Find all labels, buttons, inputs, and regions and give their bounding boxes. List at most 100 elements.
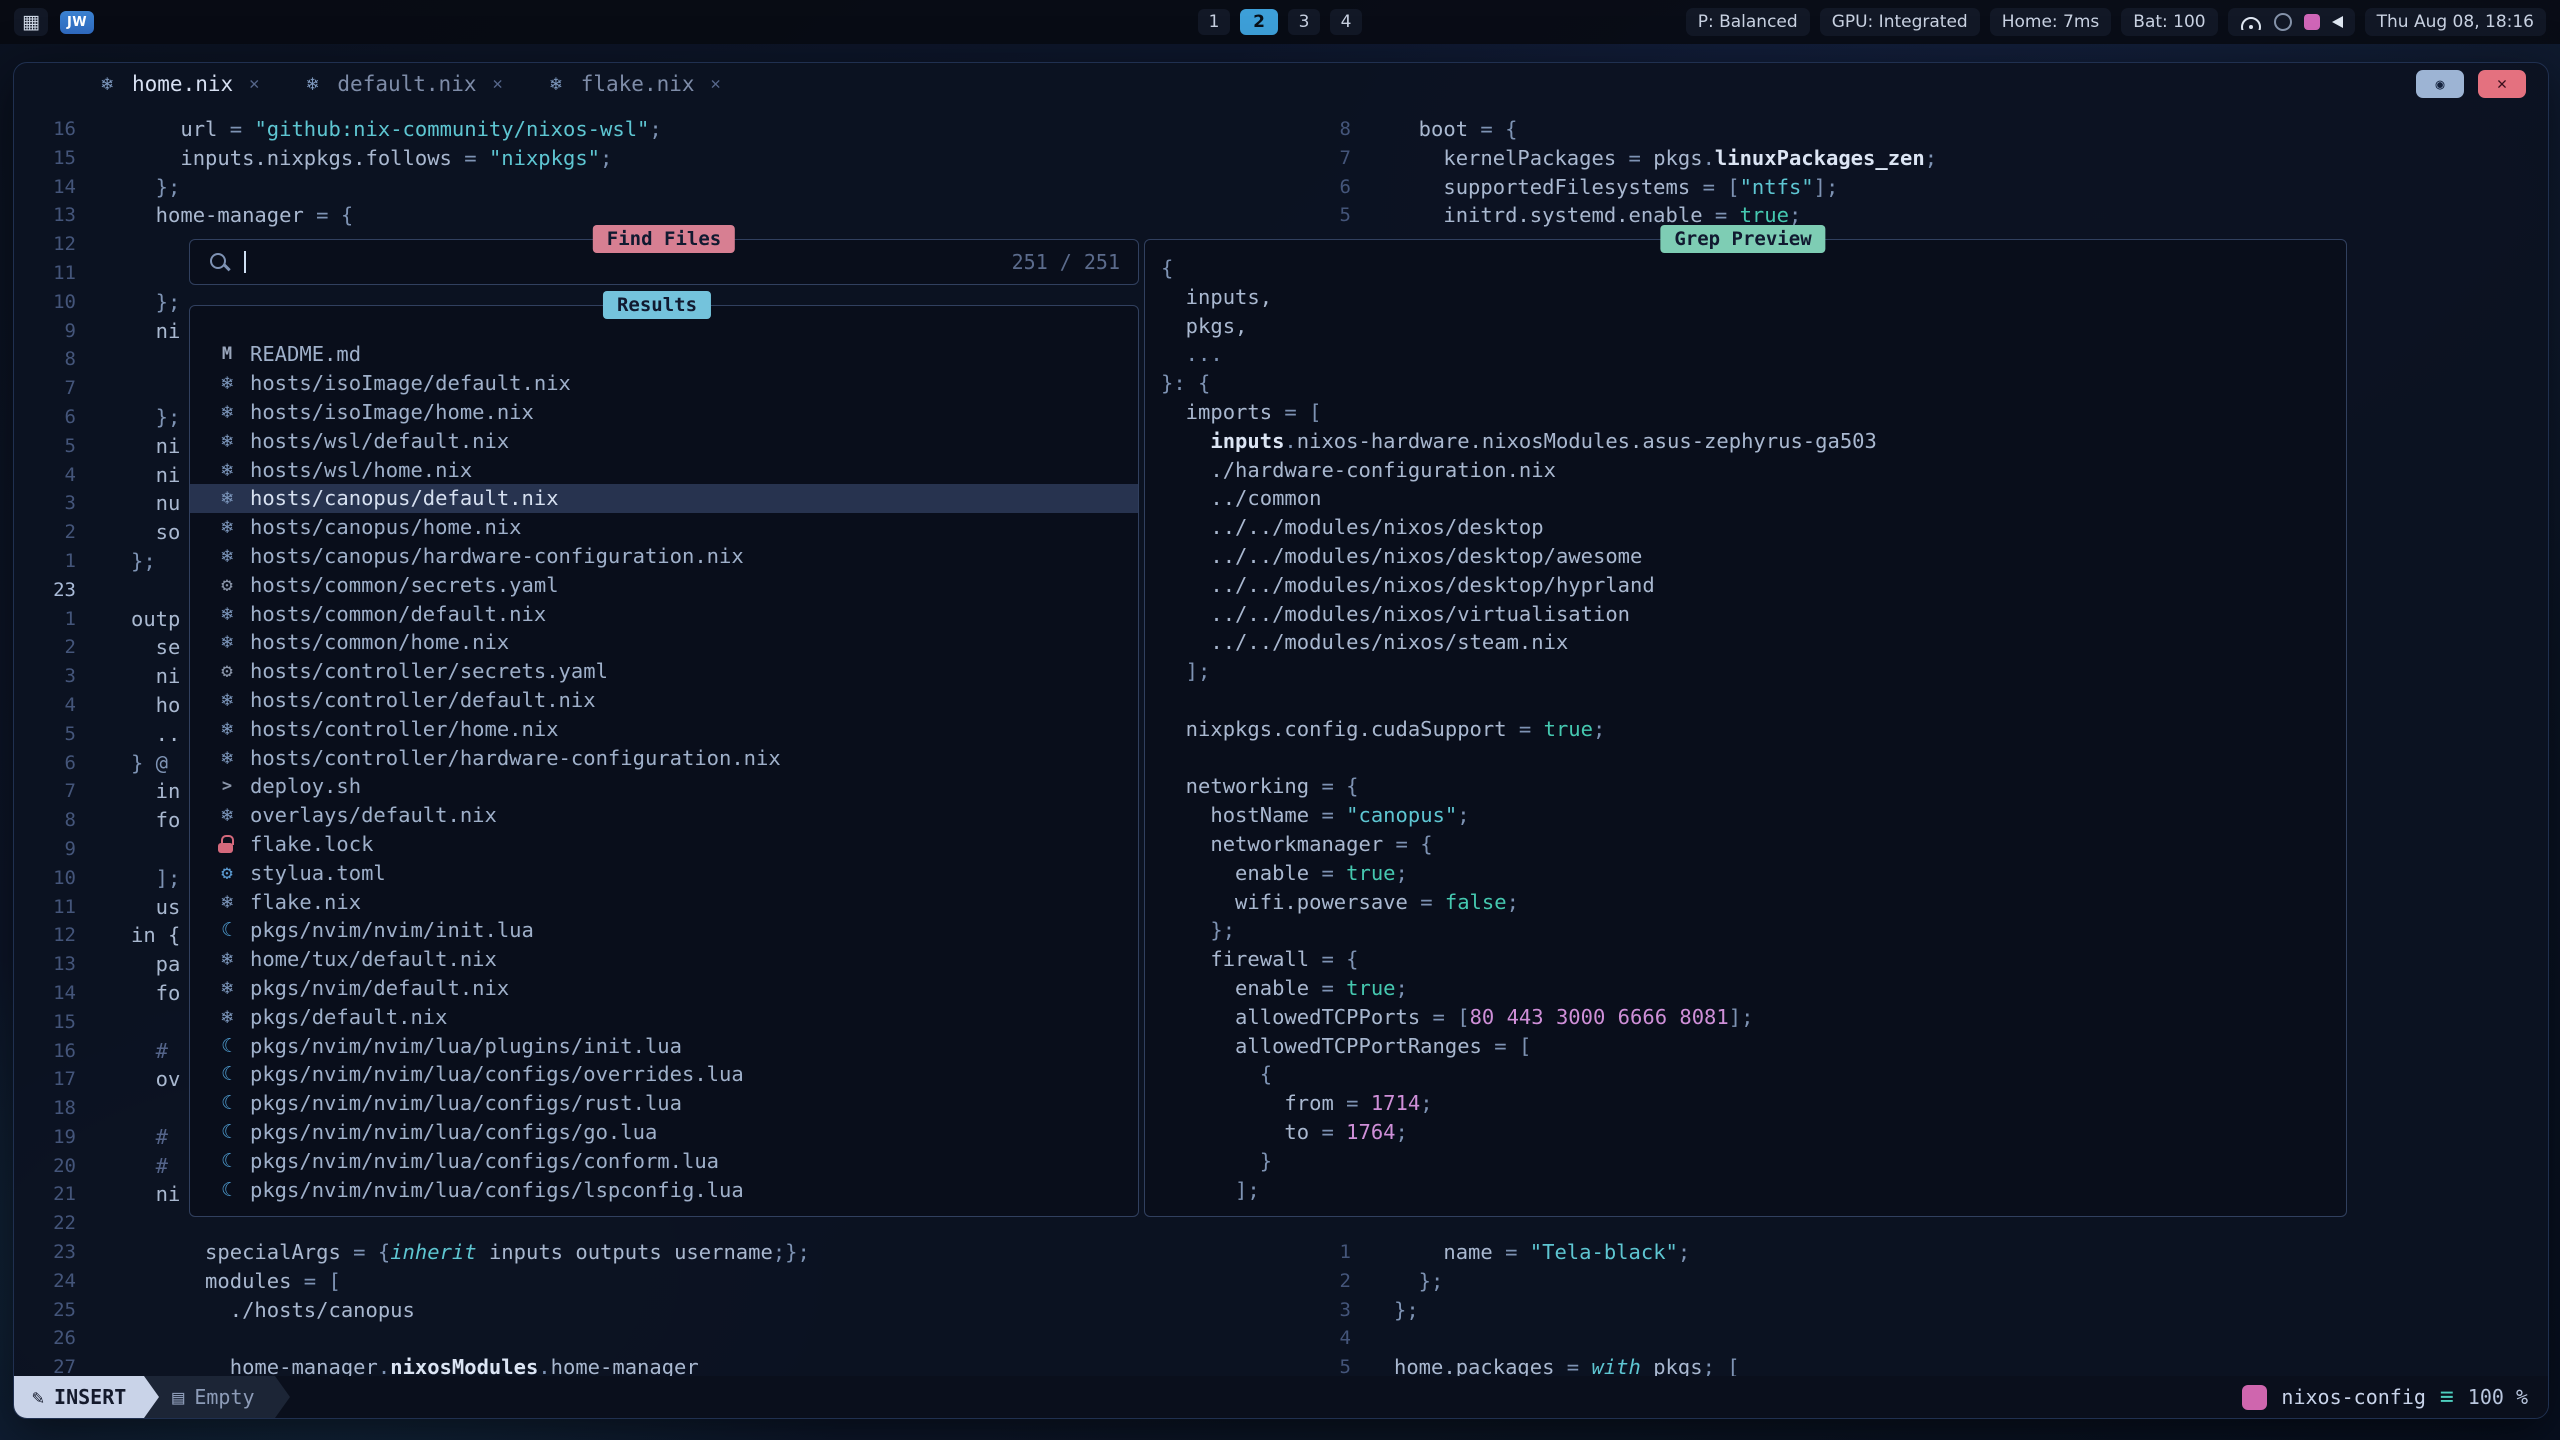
file-path: pkgs/nvim/nvim/lua/configs/go.lua: [250, 1120, 657, 1144]
file-path: flake.nix: [250, 890, 361, 914]
line-number: 18: [14, 1094, 76, 1123]
file-path: overlays/default.nix: [250, 803, 497, 827]
code-line: pkgs,: [1161, 312, 2346, 341]
code-line: enable = true;: [1161, 859, 2346, 888]
file-row[interactable]: ☾pkgs/nvim/nvim/init.lua: [190, 916, 1138, 945]
tab-close-icon[interactable]: ✕: [249, 74, 259, 94]
file-row[interactable]: ❄hosts/common/default.nix: [190, 599, 1138, 628]
yaml-file-icon: ⚙: [214, 574, 240, 596]
code-line: ../../modules/nixos/steam.nix: [1161, 628, 2346, 657]
file-path: hosts/wsl/default.nix: [250, 429, 509, 453]
status-dot-icon: [2274, 13, 2292, 31]
file-row[interactable]: ❄hosts/wsl/default.nix: [190, 426, 1138, 455]
nix-file-icon: ❄: [214, 1006, 240, 1028]
code-line: 5 initrd.systemd.enable = true;: [1307, 201, 2548, 230]
file-row[interactable]: ☾pkgs/nvim/nvim/lua/plugins/init.lua: [190, 1031, 1138, 1060]
line-number: 16: [14, 1037, 76, 1066]
file-row[interactable]: ❄hosts/controller/home.nix: [190, 714, 1138, 743]
code-text: [76, 345, 131, 374]
code-text: home-manager = {: [76, 201, 353, 230]
project-name: nixos-config: [2281, 1385, 2426, 1409]
code-text: ];: [1161, 1178, 1260, 1202]
file-row[interactable]: ☾pkgs/nvim/nvim/lua/configs/rust.lua: [190, 1089, 1138, 1118]
code-text: home-manager.nixosModules.home-manager: [76, 1353, 699, 1376]
nix-file-icon: ❄: [214, 977, 240, 999]
file-row[interactable]: ❄hosts/canopus/home.nix: [190, 513, 1138, 542]
workspace-button-4[interactable]: 4: [1330, 9, 1362, 35]
nix-file-icon: ❄: [214, 891, 240, 913]
line-number: 8: [14, 806, 76, 835]
file-row[interactable]: ❄overlays/default.nix: [190, 801, 1138, 830]
file-row[interactable]: ❄hosts/canopus/hardware-configuration.ni…: [190, 542, 1138, 571]
code-line: networkmanager = {: [1161, 830, 2346, 859]
line-number: 3: [14, 489, 76, 518]
file-row[interactable]: ☾pkgs/nvim/nvim/lua/configs/conform.lua: [190, 1146, 1138, 1175]
file-row[interactable]: ❄hosts/controller/hardware-configuration…: [190, 743, 1138, 772]
code-text: url = "github:nix-community/nixos-wsl";: [76, 115, 662, 144]
nix-file-icon: ❄: [214, 545, 240, 567]
tab-default.nix[interactable]: ❄default.nix✕: [299, 72, 502, 96]
code-text: pkgs,: [1161, 314, 1247, 338]
lua-file-icon: ☾: [214, 1179, 240, 1201]
code-text: hostName = "canopus";: [1161, 803, 1470, 827]
line-number: 13: [14, 950, 76, 979]
workspace-button-1[interactable]: 1: [1198, 9, 1230, 35]
code-text: enable = true;: [1161, 861, 1408, 885]
file-row[interactable]: ❄hosts/canopus/default.nix: [190, 484, 1138, 513]
line-number: 5: [14, 720, 76, 749]
code-line: ];: [1161, 657, 2346, 686]
code-text: };: [76, 403, 180, 432]
code-text: ../../modules/nixos/desktop: [1161, 515, 1544, 539]
code-text: ni: [76, 317, 180, 346]
file-row[interactable]: ⚙stylua.toml: [190, 858, 1138, 887]
file-row[interactable]: ❄hosts/controller/default.nix: [190, 686, 1138, 715]
file-path: hosts/isoImage/home.nix: [250, 400, 534, 424]
file-row[interactable]: ❄hosts/common/home.nix: [190, 628, 1138, 657]
window-controls: ◉ ✕: [2416, 70, 2526, 98]
code-line: 14 };: [14, 173, 1307, 202]
code-line: 25 ./hosts/canopus: [14, 1296, 1307, 1325]
line-number: 5: [14, 432, 76, 461]
line-number: 10: [14, 864, 76, 893]
file-row[interactable]: ❄ hosts/isoImage/home.nix: [190, 398, 1138, 427]
results-title: Results: [603, 291, 711, 319]
file-row[interactable]: ❄pkgs/nvim/default.nix: [190, 974, 1138, 1003]
code-text: ../../modules/nixos/virtualisation: [1161, 602, 1630, 626]
app-launcher-button[interactable]: ▦: [14, 8, 48, 36]
code-text: [76, 835, 131, 864]
layout-toggle-button[interactable]: ◉: [2416, 70, 2464, 98]
lua-file-icon: ☾: [214, 1092, 240, 1114]
file-row[interactable]: ❄home/tux/default.nix: [190, 945, 1138, 974]
nix-file-icon: ❄: [214, 401, 240, 423]
code-text: name = "Tela-black";: [1351, 1238, 1690, 1267]
file-row[interactable]: ☾pkgs/nvim/nvim/lua/configs/lspconfig.lu…: [190, 1175, 1138, 1204]
file-row[interactable]: ☾pkgs/nvim/nvim/lua/configs/overrides.lu…: [190, 1060, 1138, 1089]
wifi-icon: [2240, 15, 2262, 30]
lua-file-icon: ☾: [214, 1121, 240, 1143]
workspace-button-3[interactable]: 3: [1288, 9, 1320, 35]
workspace-button-2[interactable]: 2: [1240, 9, 1278, 35]
window-close-button[interactable]: ✕: [2478, 70, 2526, 98]
code-text: ../../modules/nixos/desktop/hyprland: [1161, 573, 1655, 597]
code-line: 4: [1307, 1324, 2548, 1353]
system-tray[interactable]: [2228, 8, 2355, 36]
file-row[interactable]: ⚙hosts/controller/secrets.yaml: [190, 657, 1138, 686]
file-row[interactable]: ❄hosts/wsl/home.nix: [190, 455, 1138, 484]
file-row[interactable]: ☾ pkgs/nvim/nvim/lua/configs/go.lua: [190, 1118, 1138, 1147]
tab-home.nix[interactable]: ❄home.nix✕: [94, 72, 259, 96]
file-row[interactable]: ⚙hosts/common/secrets.yaml: [190, 570, 1138, 599]
file-row[interactable]: MREADME.md: [190, 340, 1138, 369]
tab-close-icon[interactable]: ✕: [711, 74, 721, 94]
file-row[interactable]: ❄ flake.nix: [190, 887, 1138, 916]
file-row[interactable]: flake.lock: [190, 830, 1138, 859]
tab-flake.nix[interactable]: ❄flake.nix✕: [543, 72, 721, 96]
project-icon: [2242, 1385, 2267, 1410]
nix-file-icon: ❄: [214, 459, 240, 481]
code-text: {: [1161, 1062, 1272, 1086]
file-row[interactable]: ❄hosts/isoImage/default.nix: [190, 369, 1138, 398]
tab-close-icon[interactable]: ✕: [492, 74, 502, 94]
file-row[interactable]: >deploy.sh: [190, 772, 1138, 801]
top-bar: ▦ JW 1234 P: BalancedGPU: IntegratedHome…: [0, 0, 2560, 44]
file-path: hosts/controller/hardware-configuration.…: [250, 746, 781, 770]
file-row[interactable]: ❄pkgs/default.nix: [190, 1002, 1138, 1031]
